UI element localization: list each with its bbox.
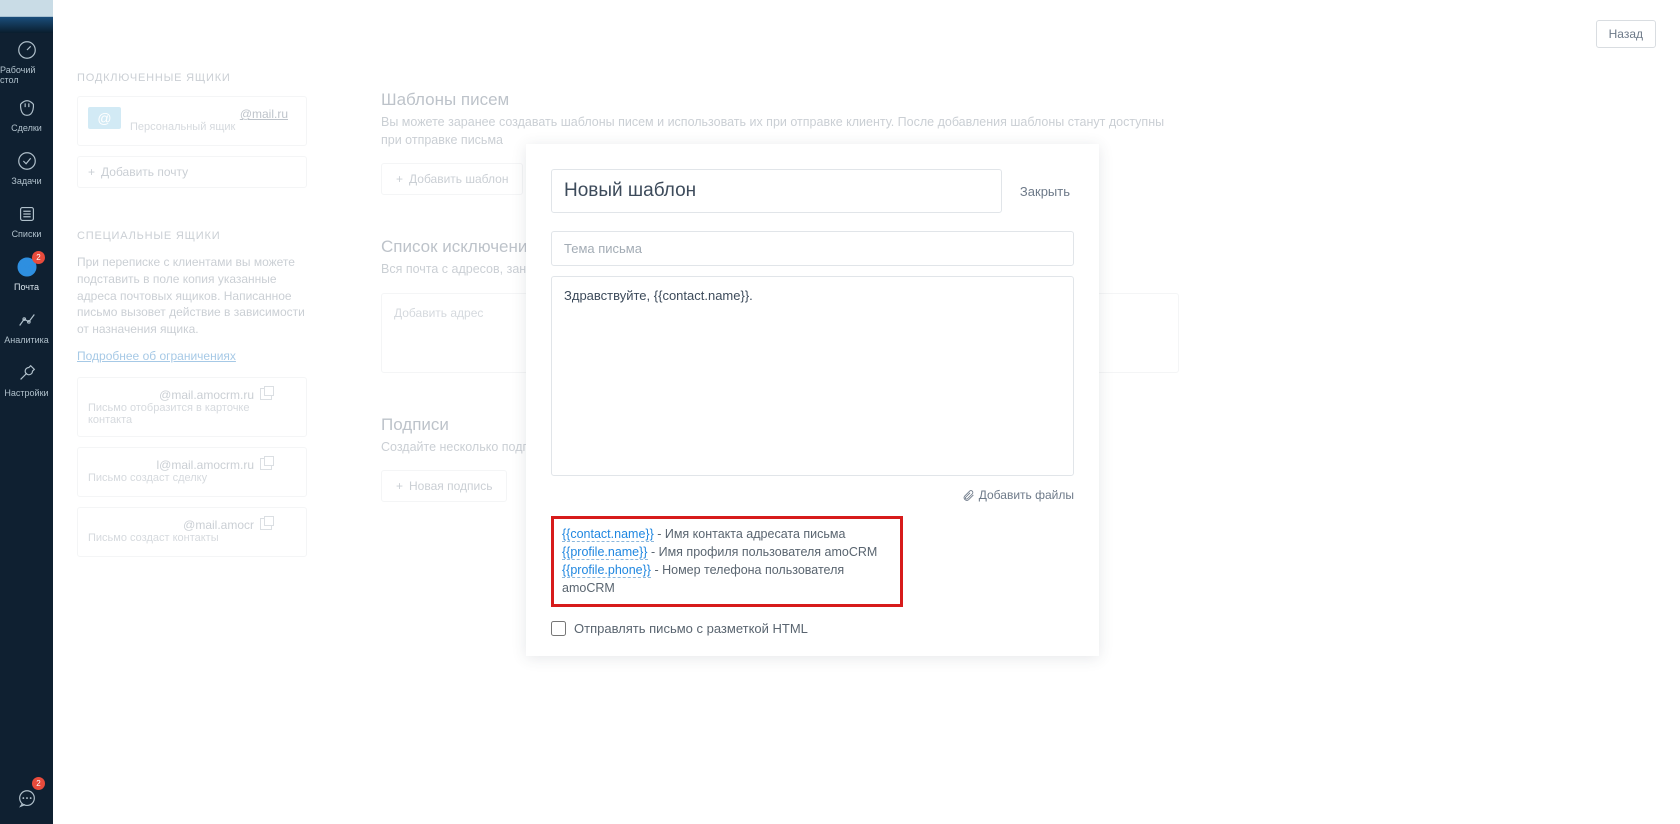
new-template-modal: Закрыть Здравствуйте, {{contact.name}}. …: [526, 144, 1099, 656]
chart-icon: [16, 307, 38, 333]
add-mailbox-button[interactable]: Добавить почту: [77, 156, 307, 188]
mail-badge: 2: [32, 251, 45, 264]
back-button[interactable]: Назад: [1596, 20, 1656, 48]
nav-chat[interactable]: 2: [0, 771, 53, 824]
check-circle-icon: [16, 148, 38, 174]
template-name-input[interactable]: [551, 169, 1002, 213]
chat-badge: 2: [32, 777, 45, 790]
new-signature-button[interactable]: Новая подпись: [381, 470, 507, 502]
special-title: СПЕЦИАЛЬНЫЕ ЯЩИКИ: [77, 230, 307, 242]
chat-icon: [16, 786, 38, 812]
copy-icon[interactable]: [260, 388, 272, 400]
gauge-icon: [16, 37, 38, 63]
at-icon: @: [88, 107, 121, 129]
attach-files-button[interactable]: Добавить файлы: [962, 488, 1074, 502]
list-icon: [16, 201, 38, 227]
special-box-sub: Письмо создаст сделку: [88, 472, 296, 484]
send-html-checkbox-row[interactable]: Отправлять письмо с разметкой HTML: [551, 621, 1074, 636]
body-textarea[interactable]: Здравствуйте, {{contact.name}}.: [551, 276, 1074, 476]
special-box-display[interactable]: @mail.amocrm.ru Письмо отобразится в кар…: [77, 377, 307, 437]
nav-desk[interactable]: Рабочий стол: [0, 33, 53, 86]
nav-mail[interactable]: 2 Почта: [0, 245, 53, 298]
nav-lists[interactable]: Списки: [0, 192, 53, 245]
send-html-label: Отправлять письмо с разметкой HTML: [574, 621, 808, 636]
workspace-logo[interactable]: [0, 0, 53, 33]
nav-tasks[interactable]: Задачи: [0, 139, 53, 192]
close-button[interactable]: Закрыть: [1016, 180, 1074, 203]
paperclip-icon: [962, 489, 975, 502]
nav-settings[interactable]: Настройки: [0, 351, 53, 404]
bag-icon: [16, 95, 38, 121]
copy-icon[interactable]: [260, 458, 272, 470]
special-box-address: @mail.amocr: [88, 518, 296, 532]
special-box-address: l@mail.amocrm.ru: [88, 458, 296, 472]
special-box-deal[interactable]: l@mail.amocrm.ru Письмо создаст сделку: [77, 447, 307, 497]
special-box-address: @mail.amocrm.ru: [88, 388, 296, 402]
copy-icon[interactable]: [260, 518, 272, 530]
exclusions-placeholder: Добавить адрес: [394, 306, 483, 320]
special-box-sub: Письмо создаст контакты: [88, 532, 296, 544]
templates-title: Шаблоны писем: [381, 90, 1179, 110]
special-box-contact[interactable]: @mail.amocr Письмо создаст контакты: [77, 507, 307, 557]
connected-title: ПОДКЛЮЧЕННЫЕ ЯЩИКИ: [77, 72, 307, 84]
add-template-button[interactable]: Добавить шаблон: [381, 163, 523, 195]
mailbox-item[interactable]: @ @mail.ru Персональный ящик: [77, 96, 307, 146]
nav-rail: Рабочий стол Сделки Задачи Списки 2 Почт…: [0, 0, 53, 824]
var-profile-name[interactable]: {{profile.name}}: [562, 545, 648, 560]
limitations-link[interactable]: Подробнее об ограничениях: [77, 349, 236, 363]
send-html-checkbox[interactable]: [551, 621, 566, 636]
wrench-icon: [16, 360, 38, 386]
nav-analytics[interactable]: Аналитика: [0, 298, 53, 351]
special-description: При переписке с клиентами вы можете подс…: [77, 254, 307, 338]
variables-legend: {{contact.name}} - Имя контакта адресата…: [551, 516, 903, 607]
var-profile-phone[interactable]: {{profile.phone}}: [562, 563, 651, 578]
nav-deals[interactable]: Сделки: [0, 86, 53, 139]
var-contact-name[interactable]: {{contact.name}}: [562, 527, 654, 542]
special-box-sub: Письмо отобразится в карточке контакта: [88, 402, 296, 426]
subject-input[interactable]: [551, 231, 1074, 266]
